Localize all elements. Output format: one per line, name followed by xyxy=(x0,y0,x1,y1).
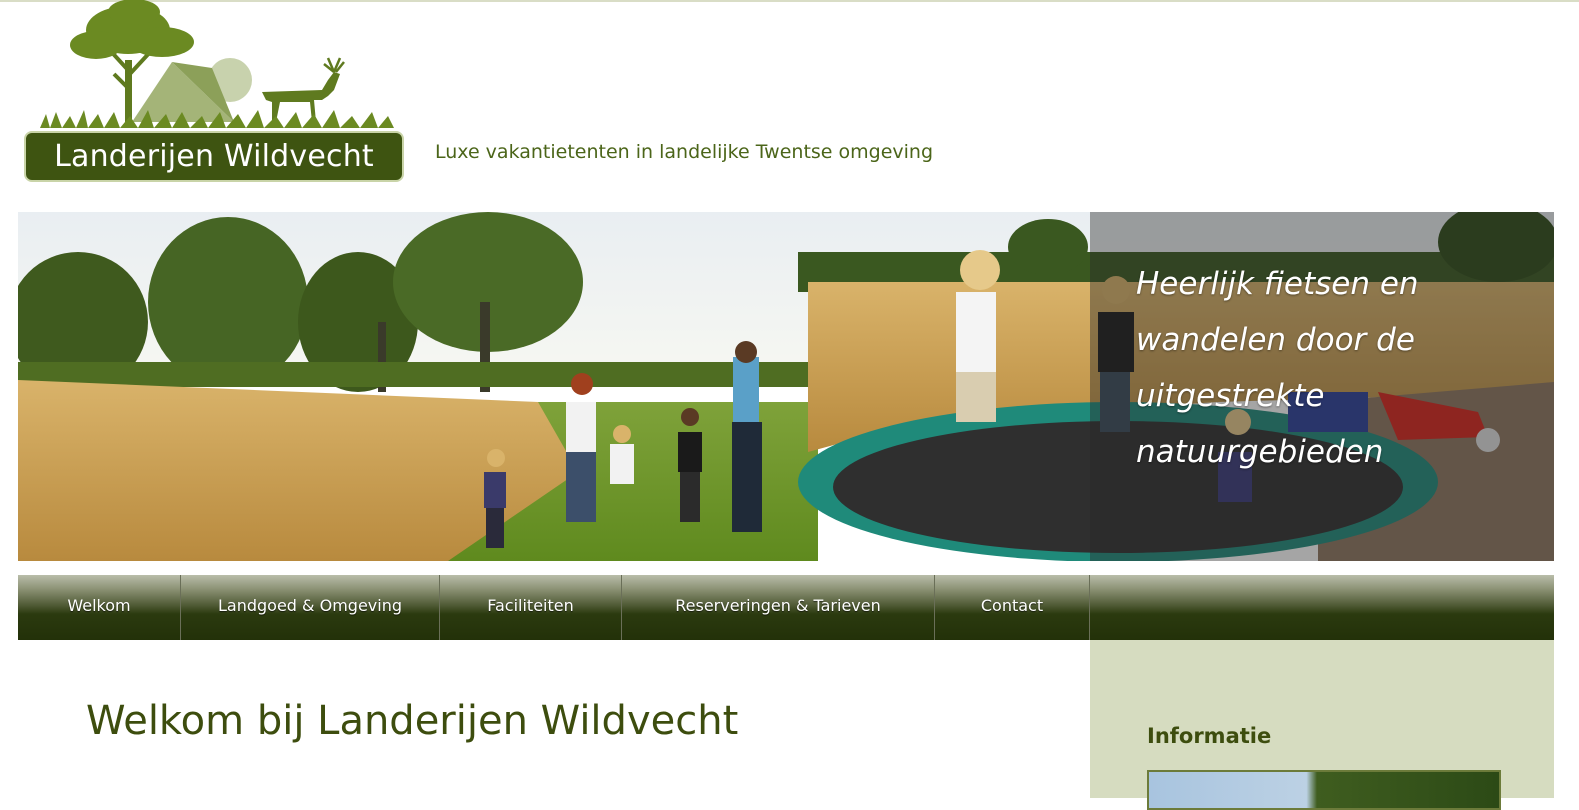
site-tagline: Luxe vakantietenten in landelijke Twents… xyxy=(435,141,934,163)
caption-line: uitgestrekte xyxy=(1136,378,1325,414)
logo-text: Landerijen Wildvecht xyxy=(24,131,404,182)
nav-item-reserveringen-tarieven[interactable]: Reserveringen & Tarieven xyxy=(622,575,935,640)
sidebar-heading: Informatie xyxy=(1147,724,1272,748)
site-logo[interactable]: Landerijen Wildvecht xyxy=(22,0,406,186)
caption-line: natuurgebieden xyxy=(1136,434,1384,470)
hero-banner: Heerlijk fietsen en wandelen door de uit… xyxy=(18,212,1554,561)
page-title: Welkom bij Landerijen Wildvecht xyxy=(86,698,739,744)
caption-line: Heerlijk fietsen en xyxy=(1136,266,1419,302)
caption-line: wandelen door de xyxy=(1136,322,1415,358)
nav-item-landgoed-omgeving[interactable]: Landgoed & Omgeving xyxy=(181,575,440,640)
banner-caption: Heerlijk fietsen en wandelen door de uit… xyxy=(1136,256,1436,480)
main-navigation: Welkom Landgoed & Omgeving Faciliteiten … xyxy=(18,575,1554,640)
nav-item-welkom[interactable]: Welkom xyxy=(18,575,181,640)
nav-item-faciliteiten[interactable]: Faciliteiten xyxy=(440,575,622,640)
nav-item-contact[interactable]: Contact xyxy=(935,575,1090,640)
sidebar: Informatie xyxy=(1090,640,1554,810)
sidebar-image[interactable] xyxy=(1147,770,1501,810)
